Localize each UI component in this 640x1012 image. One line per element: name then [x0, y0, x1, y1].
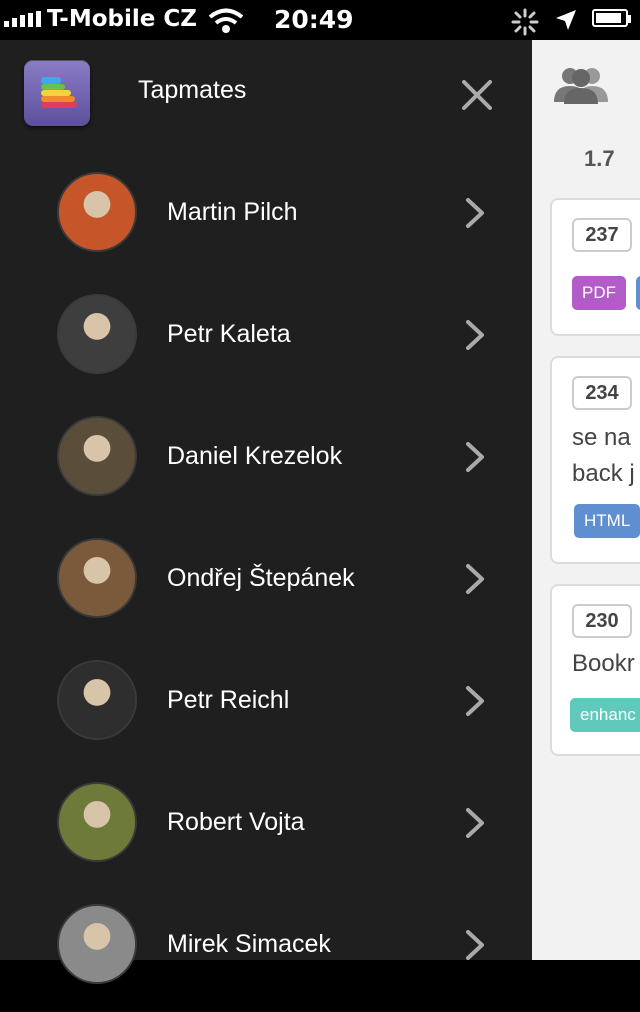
people-icon[interactable] — [550, 66, 612, 104]
tag-enhancement: enhanc — [570, 698, 640, 732]
close-icon[interactable] — [458, 76, 496, 114]
person-name: Mirek Simacek — [167, 930, 331, 958]
issue-card[interactable]: 237 PDF — [550, 198, 640, 336]
status-bar: T-Mobile CZ 20:49 — [0, 0, 640, 40]
carrier-name: T-Mobile CZ — [47, 6, 197, 32]
person-row[interactable]: Robert Vojta — [0, 768, 532, 890]
issue-text-line: se na — [572, 424, 631, 451]
issue-card[interactable]: 230 Bookr enhanc — [550, 584, 640, 756]
activity-spinner-icon — [511, 8, 539, 36]
chevron-right-icon — [466, 198, 484, 228]
version-label: 1.7 — [584, 146, 615, 171]
chevron-right-icon — [466, 686, 484, 716]
person-name: Petr Reichl — [167, 686, 290, 714]
person-row[interactable]: Petr Reichl — [0, 646, 532, 768]
main-content: 1.7 237 PDF 234 se na back j HTML 230 Bo… — [532, 40, 640, 960]
issue-card[interactable]: 234 se na back j HTML — [550, 356, 640, 564]
avatar — [57, 904, 137, 984]
tag-pdf: PDF — [572, 276, 626, 310]
avatar — [57, 294, 137, 374]
avatar — [57, 172, 137, 252]
wifi-icon — [208, 8, 244, 33]
person-name: Daniel Krezelok — [167, 442, 343, 470]
issue-number: 230 — [572, 604, 632, 638]
avatar — [57, 660, 137, 740]
person-name: Martin Pilch — [167, 198, 298, 226]
avatar — [57, 538, 137, 618]
clock: 20:49 — [274, 5, 354, 34]
issue-number: 234 — [572, 376, 632, 410]
person-row[interactable]: Ondřej Štepánek — [0, 524, 532, 646]
drawer-header: Tapmates — [0, 40, 532, 150]
person-row[interactable]: Mirek Simacek — [0, 890, 532, 1012]
avatar — [57, 782, 137, 862]
tag-html: HTML — [574, 504, 640, 538]
chevron-right-icon — [466, 930, 484, 960]
side-drawer: Tapmates Martin Pilch Petr Kaleta Daniel K… — [0, 40, 532, 984]
chevron-right-icon — [466, 320, 484, 350]
issue-text-line: Bookr — [572, 650, 635, 677]
person-row[interactable]: Petr Kaleta — [0, 280, 532, 402]
person-row[interactable]: Daniel Krezelok — [0, 402, 532, 524]
person-name: Petr Kaleta — [167, 320, 291, 348]
person-row[interactable]: Martin Pilch — [0, 158, 532, 280]
battery-icon — [592, 9, 631, 27]
signal-icon — [4, 11, 41, 27]
app-title: Tapmates — [138, 76, 247, 104]
issue-text-line: back j — [572, 460, 635, 487]
person-name: Robert Vojta — [167, 808, 305, 836]
chevron-right-icon — [466, 442, 484, 472]
chevron-right-icon — [466, 564, 484, 594]
issue-number: 237 — [572, 218, 632, 252]
avatar — [57, 416, 137, 496]
app-logo-icon — [24, 60, 90, 126]
location-arrow-icon — [556, 10, 576, 30]
stacked-stripes-icon — [41, 77, 77, 108]
chevron-right-icon — [466, 808, 484, 838]
person-name: Ondřej Štepánek — [167, 564, 355, 592]
tag-partial — [636, 276, 640, 310]
carrier: T-Mobile CZ — [4, 6, 197, 32]
